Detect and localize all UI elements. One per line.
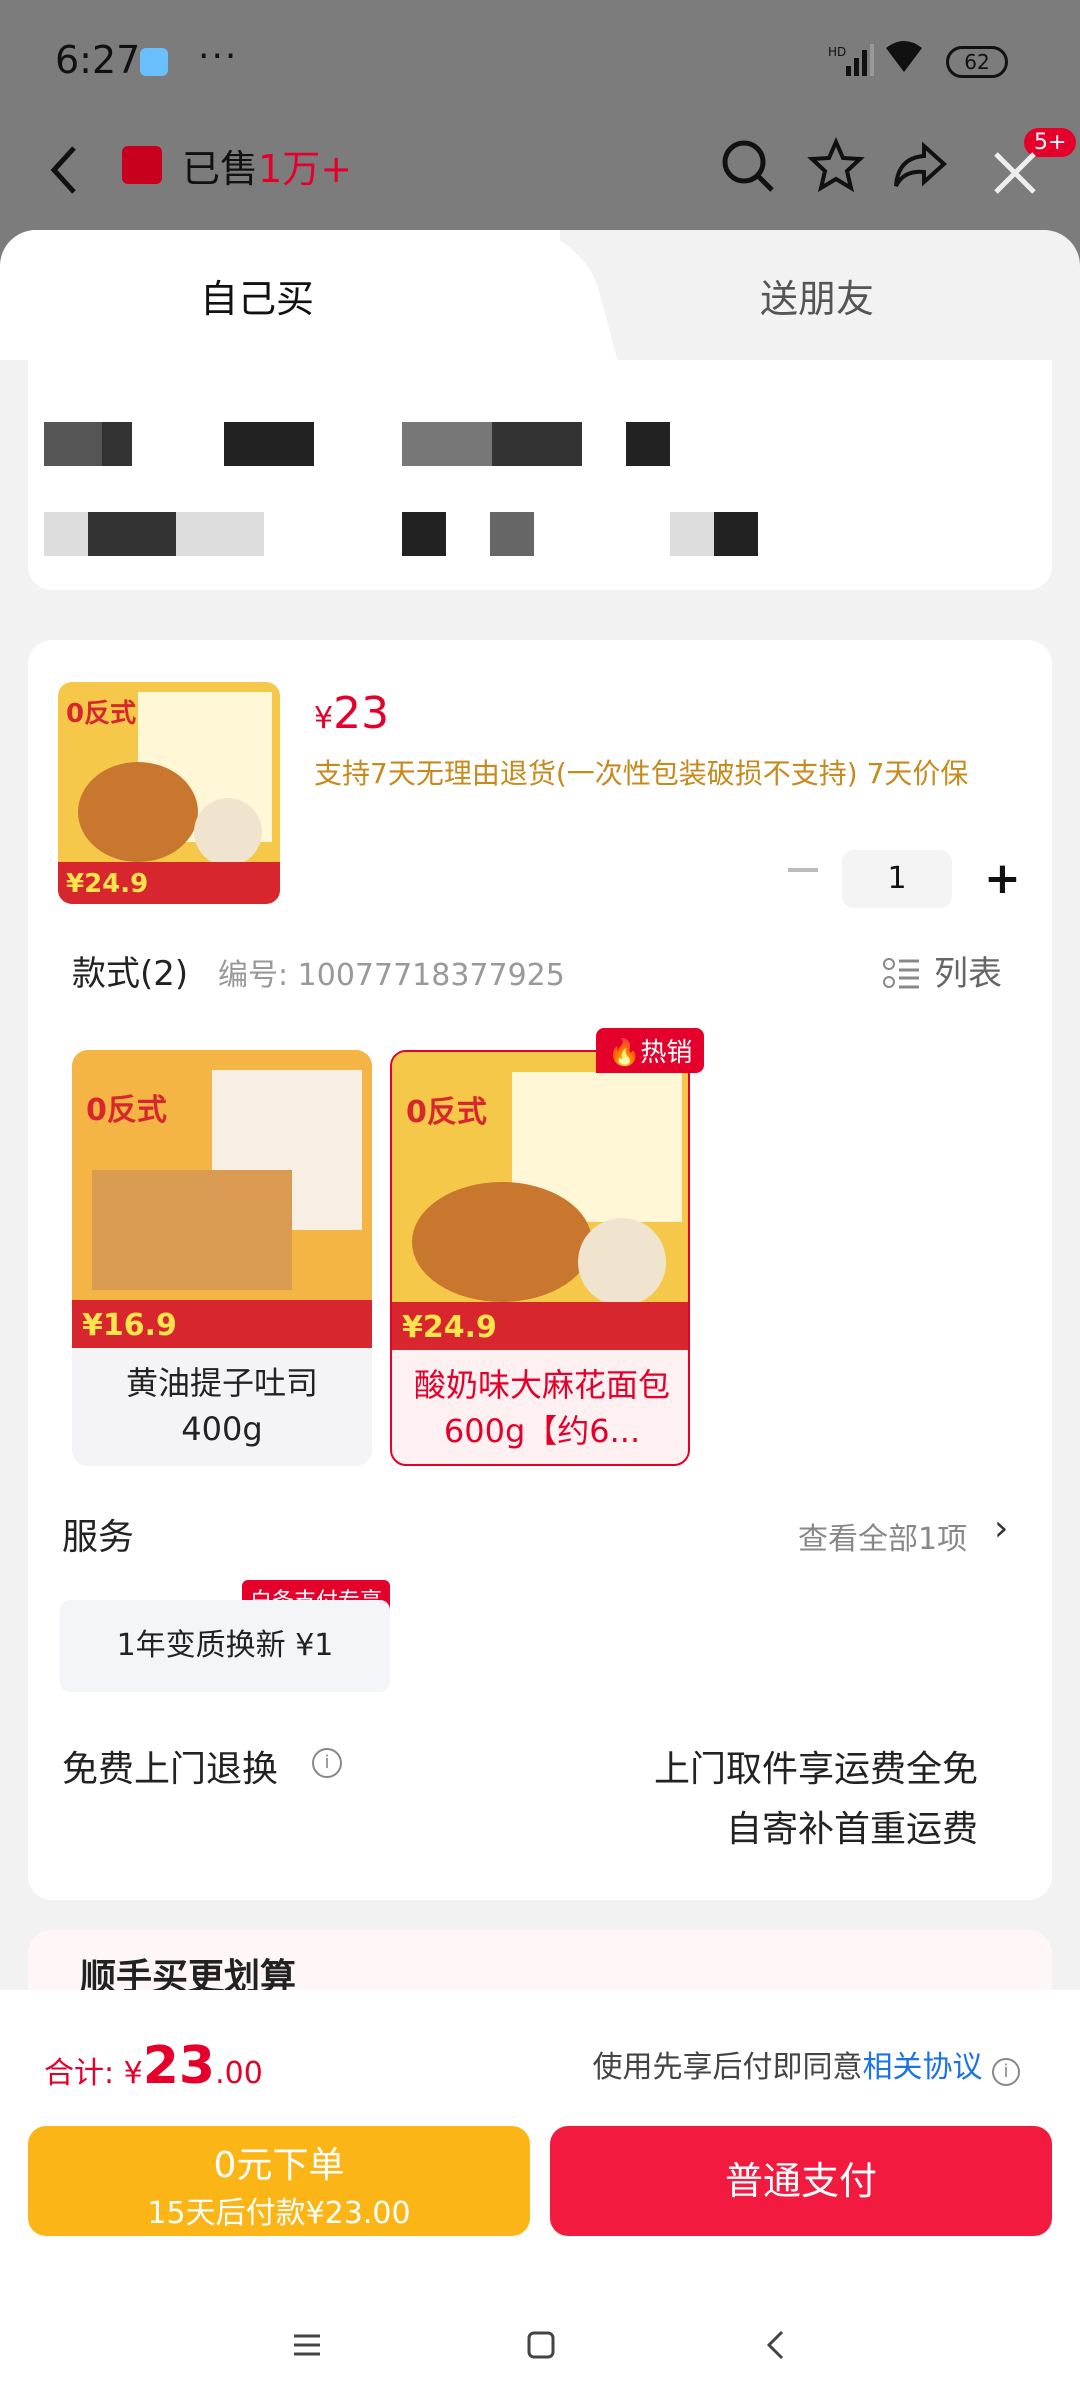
- svg-text:¥24.9: ¥24.9: [402, 1310, 497, 1345]
- product-code: 编号: 10077718377925: [218, 958, 565, 993]
- product-card: ¥24.9 0反式 ¥23 支持7天无理由退货(一次性包装破损不支持) 7天价保…: [28, 640, 1052, 1900]
- svg-text:¥16.9: ¥16.9: [82, 1308, 177, 1343]
- tab-gift-friend[interactable]: 送朋友: [760, 268, 874, 323]
- list-view-icon[interactable]: [883, 956, 921, 990]
- style-option-twist-bread[interactable]: ¥24.9 0反式 酸奶味大麻花面包 600g【约6...: [390, 1050, 690, 1466]
- wifi-icon: [886, 41, 922, 72]
- return-policy-text: 支持7天无理由退货(一次性包装破损不支持) 7天价保: [314, 757, 969, 790]
- weather-icon: [140, 48, 168, 76]
- svg-text:¥24.9: ¥24.9: [66, 869, 148, 899]
- pay-later-label: 0元下单: [213, 2145, 345, 2186]
- home-icon[interactable]: [526, 2330, 556, 2360]
- product-thumbnail: ¥24.9 0反式: [58, 682, 280, 904]
- svg-text:0反式: 0反式: [66, 699, 136, 729]
- menu-icon[interactable]: [292, 2330, 322, 2360]
- decrease-quantity-button[interactable]: [788, 868, 818, 872]
- bundle-section-title: 顺手买更划算: [80, 1957, 297, 1990]
- sold-count: 已售1万+: [182, 147, 353, 191]
- status-more-icon: ···: [198, 36, 239, 77]
- back-nav-icon[interactable]: [764, 2328, 788, 2362]
- free-return-line2: 自寄补首重运费: [725, 1809, 978, 1850]
- search-icon[interactable]: [718, 136, 778, 196]
- style-option-image: ¥24.9 0反式: [392, 1052, 688, 1350]
- hot-sale-badge: 🔥热销: [596, 1028, 705, 1073]
- service-option-chip[interactable]: 1年变质换新 ¥1: [60, 1600, 390, 1692]
- product-price: ¥23: [314, 688, 390, 739]
- quantity-stepper: 1 +: [788, 850, 1038, 908]
- list-view-toggle[interactable]: 列表: [934, 946, 1002, 995]
- order-total: 合计: ¥23.00: [44, 2036, 263, 2096]
- free-return-line1: 上门取件享运费全免: [653, 1749, 978, 1790]
- shop-bag-icon: [122, 146, 162, 184]
- svg-text:HD: HD: [828, 45, 846, 59]
- pay-later-button[interactable]: 0元下单 15天后付款¥23.00: [28, 2126, 530, 2236]
- info-icon[interactable]: i: [992, 2058, 1020, 2086]
- style-option-label: 黄油提子吐司 400g: [125, 1364, 318, 1448]
- top-nav: 已售1万+: [0, 120, 1080, 230]
- battery-indicator: 62: [946, 46, 1008, 78]
- pay-later-sublabel: 15天后付款¥23.00: [147, 2196, 411, 2231]
- purchase-tabs: 自己买 送朋友: [0, 230, 1080, 360]
- tab-buy-self-label: 自己买: [200, 277, 315, 321]
- service-section-title: 服务: [62, 1517, 135, 1558]
- agreement-link[interactable]: 相关协议: [862, 2050, 982, 2085]
- quantity-value[interactable]: 1: [842, 850, 952, 908]
- free-return-title: 免费上门退换: [62, 1749, 279, 1790]
- style-option-label: 酸奶味大麻花面包 600g【约6...: [413, 1366, 670, 1450]
- style-option-image: ¥16.9 0反式: [72, 1050, 372, 1348]
- system-nav-bar: [0, 2300, 1080, 2400]
- status-time: 6:27: [55, 38, 141, 82]
- address-block-redacted[interactable]: [28, 360, 1052, 590]
- svg-text:0反式: 0反式: [86, 1093, 167, 1128]
- pay-now-button[interactable]: 普通支付: [550, 2126, 1052, 2236]
- purchase-sheet: 自己买 送朋友 ¥24.9 0反式 ¥23 支持7天无理由退货(一次性包装破损不…: [0, 230, 1080, 1990]
- back-arrow-icon[interactable]: [44, 140, 84, 200]
- increase-quantity-button[interactable]: +: [984, 854, 1021, 904]
- style-section-title: 款式(2): [72, 954, 189, 994]
- svg-text:0反式: 0反式: [406, 1095, 487, 1130]
- close-icon[interactable]: [990, 148, 1040, 198]
- share-icon[interactable]: [890, 136, 950, 196]
- agreement-text: 使用先享后付即同意相关协议 i: [592, 2042, 1020, 2086]
- style-option-toast[interactable]: ¥16.9 0反式 黄油提子吐司 400g: [72, 1050, 372, 1466]
- service-view-all[interactable]: 查看全部1项: [798, 1514, 967, 1558]
- tab-buy-self[interactable]: 自己买: [0, 230, 560, 360]
- status-bar: 6:27 ··· HD 62: [0, 0, 1080, 120]
- chevron-right-icon[interactable]: ›: [994, 1508, 1008, 1549]
- bundle-section: 顺手买更划算: [28, 1930, 1052, 1990]
- signal-icon: HD: [828, 42, 874, 84]
- info-icon[interactable]: i: [312, 1748, 342, 1778]
- star-icon[interactable]: [806, 136, 866, 196]
